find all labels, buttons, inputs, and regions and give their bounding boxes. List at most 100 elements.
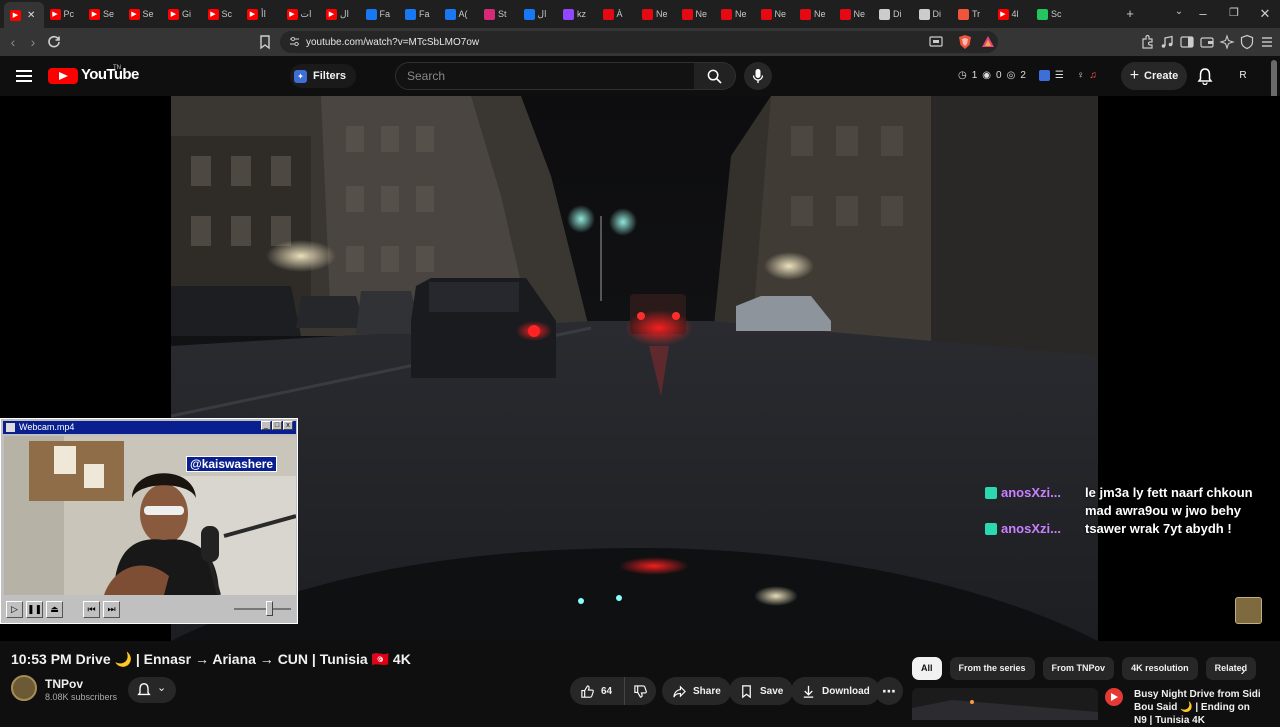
like-button[interactable]: 64 — [570, 677, 624, 705]
browser-tab[interactable]: St — [478, 2, 518, 26]
browser-tab[interactable]: ▶ Sc — [202, 2, 242, 26]
browser-tab-label: Pc — [63, 9, 75, 19]
filter-chip[interactable]: From TNPov — [1042, 657, 1115, 680]
gradio-icon — [1037, 8, 1048, 20]
youtube-logo-icon[interactable] — [48, 68, 78, 84]
browser-tab[interactable]: ▶ 4l — [992, 2, 1032, 26]
related-video-title[interactable]: Busy Night Drive from Sidi Bou Said 🌙 | … — [1134, 688, 1264, 727]
stat-b-value: 0 — [996, 70, 1002, 81]
wallet-icon[interactable] — [1199, 34, 1215, 50]
back-button[interactable]: ‹ — [4, 33, 22, 51]
search-input[interactable]: Search — [395, 62, 695, 90]
browser-tab[interactable]: ▶ اأ — [241, 2, 281, 26]
chips-next-chevron-icon[interactable]: › — [1233, 660, 1253, 680]
browser-tab-label: À — [616, 9, 623, 19]
webcam-title-bar: Webcam.mp4 — [3, 421, 296, 434]
browser-tab[interactable]: Fa — [399, 2, 439, 26]
more-actions-button[interactable]: ⋯ — [875, 677, 903, 705]
channel-name[interactable]: TNPov — [45, 677, 83, 691]
reload-icon[interactable] — [45, 33, 63, 51]
close-window-button[interactable]: ✕ — [1256, 6, 1274, 22]
browser-tab-label: Ne — [735, 9, 747, 19]
browser-tab[interactable]: Di — [913, 2, 953, 26]
create-button[interactable]: + Create — [1121, 62, 1187, 90]
related-thumbnail-image — [912, 688, 1098, 720]
browser-tab[interactable]: Ne — [794, 2, 834, 26]
facebook-icon — [444, 8, 456, 20]
subscription-bell-button[interactable]: ⌄ — [128, 677, 176, 703]
browser-tab[interactable]: À — [597, 2, 637, 26]
browser-tab-label: kz — [577, 9, 586, 19]
filter-chip[interactable]: From the series — [949, 657, 1035, 680]
channel-watermark-logo — [1235, 597, 1262, 624]
browser-tab[interactable]: ▶ Se — [83, 2, 123, 26]
maximize-window-button[interactable]: ❐ — [1225, 6, 1243, 19]
shield-icon: ◎ — [1006, 70, 1016, 81]
plus-icon: + — [1129, 67, 1140, 84]
browser-tab[interactable]: ال — [518, 2, 558, 26]
netflix-icon — [681, 8, 693, 20]
close-tab-icon[interactable]: ✕ — [27, 10, 35, 21]
browser-tab[interactable]: Fa — [360, 2, 400, 26]
site-settings-icon[interactable] — [288, 35, 301, 48]
sidebar-toggle-icon[interactable] — [1179, 34, 1195, 50]
video-player[interactable]: anosXzi... le jm3a ly fett naarf chkoun … — [0, 96, 1280, 641]
browser-tab[interactable]: Ne — [715, 2, 755, 26]
browser-tab[interactable]: Ne — [755, 2, 795, 26]
cast-icon[interactable] — [928, 34, 944, 50]
extension-stats[interactable]: ◷ 1 ◉ 0 ◎ 2 ☰ ♀ ♫ — [958, 70, 1097, 81]
browser-tab[interactable]: Ne — [636, 2, 676, 26]
browser-tab-label: Ne — [695, 9, 708, 19]
browser-tab[interactable]: ▶ Gi — [162, 2, 202, 26]
browser-tab[interactable]: Tr — [952, 2, 992, 26]
browser-tab[interactable]: Ne — [834, 2, 874, 26]
voice-search-button[interactable] — [744, 62, 772, 90]
filter-chip[interactable]: 4K resolution — [1122, 657, 1198, 680]
account-avatar[interactable]: R — [1233, 66, 1253, 86]
download-button[interactable]: Download — [791, 677, 880, 705]
browser-tab[interactable]: A( — [439, 2, 479, 26]
vpn-shield-icon[interactable] — [1239, 34, 1255, 50]
filter-chip[interactable]: All — [912, 657, 942, 680]
browser-tab[interactable]: Sc — [1031, 2, 1071, 26]
browser-tab[interactable]: kz — [557, 2, 597, 26]
browser-tab[interactable]: ▶ ✕ — [4, 2, 44, 28]
browser-tab-label: 4l — [1011, 9, 1019, 19]
extensions-icon[interactable] — [1140, 34, 1156, 50]
leo-ai-icon[interactable] — [1219, 34, 1235, 50]
browser-menu-icon[interactable] — [1259, 34, 1275, 50]
url-field[interactable]: youtube.com/watch?v=MTcSbLMO7ow — [280, 31, 998, 53]
webcam-feed: @kaiswashere — [4, 436, 296, 595]
notifications-bell-icon[interactable] — [1196, 67, 1214, 85]
new-tab-button[interactable]: + — [1121, 6, 1139, 21]
save-button[interactable]: Save — [729, 677, 794, 705]
more-dots-icon: ⋯ — [882, 682, 896, 699]
browser-tab[interactable]: Ne — [676, 2, 716, 26]
filters-button[interactable]: ✦ Filters — [290, 64, 357, 88]
brave-shields-icon[interactable] — [957, 34, 973, 50]
media-music-icon[interactable] — [1159, 34, 1175, 50]
dislike-button[interactable] — [624, 677, 656, 705]
youtube-logo-text[interactable]: YouTube — [81, 66, 139, 83]
forward-button[interactable]: › — [24, 33, 42, 51]
browser-tab-label: Gi — [182, 9, 191, 19]
browser-tab[interactable]: Di — [873, 2, 913, 26]
bookmark-save-icon — [742, 684, 751, 698]
channel-avatar[interactable] — [11, 675, 37, 701]
tab-list-chevron-icon[interactable]: ⌄ — [1170, 6, 1188, 17]
bookmark-icon[interactable] — [257, 34, 273, 50]
browser-tab[interactable]: ▶ Pc — [44, 2, 84, 26]
minimize-window-button[interactable]: – — [1194, 6, 1212, 21]
share-button[interactable]: Share — [662, 677, 731, 705]
brave-rewards-icon[interactable] — [980, 34, 996, 50]
youtube-icon: ▶ — [207, 8, 219, 20]
hamburger-menu-icon[interactable] — [16, 69, 32, 83]
browser-tab-label: ات — [300, 8, 312, 19]
related-video-thumbnail[interactable] — [912, 688, 1098, 720]
browser-tab[interactable]: ▶ Se — [123, 2, 163, 26]
browser-tab[interactable]: ▶ ات — [281, 2, 321, 26]
search-button[interactable] — [694, 62, 736, 90]
browser-tab[interactable]: ▶ ال — [320, 2, 360, 26]
chat-username-text: anosXzi... — [1001, 485, 1061, 500]
brave-icon — [958, 8, 969, 20]
